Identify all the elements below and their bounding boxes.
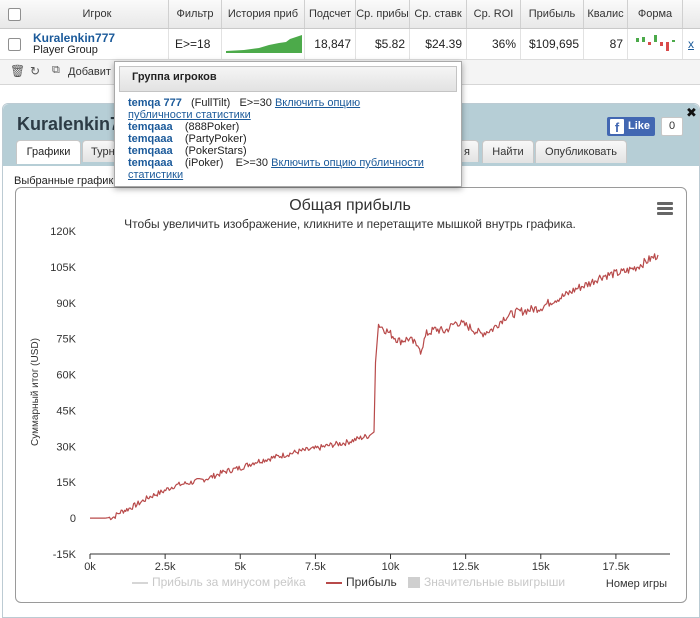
list-item: temqaaa (iPoker) E>=30 Включить опцию пу… [128, 157, 424, 169]
x-tick-label: 17.5k [602, 561, 629, 573]
x-tick-label: 12.5k [452, 561, 479, 573]
enable-public-stats-link[interactable]: публичности статистики [128, 109, 251, 121]
account-site: (888Poker) [184, 121, 240, 133]
list-item: temqaaa (PokerStars) [128, 145, 247, 157]
enable-public-stats-link[interactable]: Включить опцию [275, 97, 360, 109]
popup-title: Группа игроков [132, 71, 217, 83]
account-name[interactable]: temqa 777 [128, 97, 182, 109]
y-tick-label: 45K [56, 405, 76, 417]
x-axis-label: Номер игры [606, 578, 667, 590]
list-item: temqa 777 (FullTilt) E>=30 Включить опци… [128, 97, 360, 109]
legend-item-rake[interactable]: Прибыль за минусом рейка [132, 575, 306, 589]
enable-public-stats-link[interactable]: Включить опцию публичности [271, 157, 424, 169]
account-name[interactable]: temqaaa [128, 157, 173, 169]
y-tick-label: 105K [50, 262, 76, 274]
x-tick-label: 10k [382, 561, 400, 573]
account-site: (PokerStars) [184, 145, 247, 157]
y-tick-label: -15K [53, 549, 77, 561]
player-group-popup: Группа игроков temqa 777 (FullTilt) E>=3… [114, 61, 462, 187]
legend-item-profit[interactable]: Прибыль [326, 575, 397, 589]
account-filter: E>=30 [235, 157, 269, 169]
x-tick-label: 2.5k [155, 561, 176, 573]
account-name[interactable]: temqaaa [128, 121, 173, 133]
x-tick-label: 0k [84, 561, 96, 573]
enable-public-stats-link[interactable]: статистики [128, 169, 183, 181]
legend-box-icon [408, 577, 420, 589]
legend-line-icon [326, 581, 342, 584]
y-tick-label: 60K [56, 370, 76, 382]
list-item-continuation: статистики [128, 169, 183, 181]
y-tick-label: 75K [56, 334, 76, 346]
list-item-continuation: публичности статистики [128, 109, 251, 121]
legend-line-icon [132, 581, 148, 584]
legend-item-big-wins[interactable]: Значительные выигрыши [408, 575, 565, 589]
series-line-profit [90, 253, 659, 521]
y-axis-label: Суммарный итог (USD) [30, 338, 41, 446]
y-tick-label: 0 [70, 513, 76, 525]
account-name[interactable]: temqaaa [128, 145, 173, 157]
list-item: temqaaa (PartyPoker) [128, 133, 247, 145]
y-tick-label: 15K [56, 477, 76, 489]
account-filter: E>=30 [239, 97, 272, 109]
account-site: (PartyPoker) [184, 133, 247, 145]
y-tick-label: 120K [50, 226, 76, 238]
x-tick-label: 15k [532, 561, 550, 573]
account-name[interactable]: temqaaa [128, 133, 173, 145]
account-site: (FullTilt) [190, 97, 231, 109]
x-tick-label: 7.5k [305, 561, 326, 573]
y-tick-label: 90K [56, 298, 76, 310]
list-item: temqaaa (888Poker) [128, 121, 239, 133]
x-tick-label: 5k [234, 561, 246, 573]
account-site: (iPoker) [184, 157, 224, 169]
y-tick-label: 30K [56, 441, 76, 453]
